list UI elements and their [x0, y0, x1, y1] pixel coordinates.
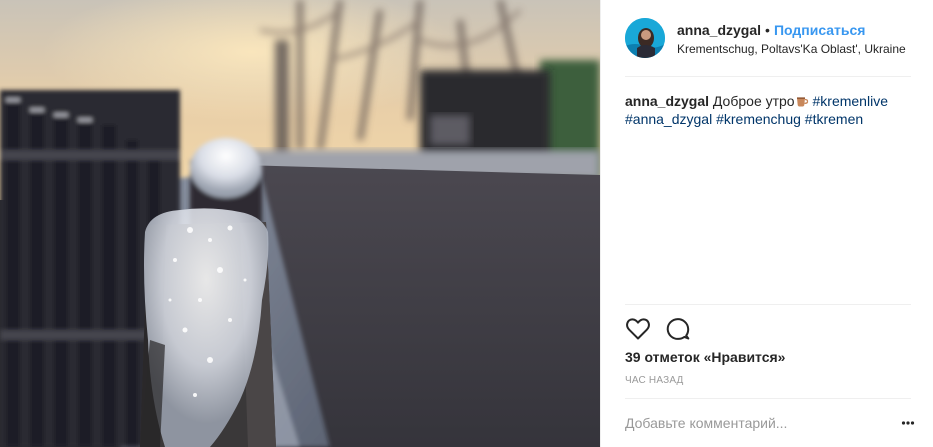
more-options-icon [901, 421, 915, 425]
like-button[interactable] [625, 316, 651, 342]
comment-input[interactable] [625, 411, 885, 435]
follow-button[interactable]: Подписаться [774, 22, 866, 38]
hashtag-link[interactable]: #tkremen [805, 111, 863, 127]
username-link[interactable]: anna_dzygal [677, 22, 761, 38]
post-header: anna_dzygal • Подписаться Krementschug, Po… [625, 16, 911, 77]
divider [625, 304, 911, 305]
separator-dot: • [765, 22, 770, 38]
divider [625, 398, 911, 399]
caption-text: Доброе утро [712, 93, 795, 109]
likes-count[interactable]: 39 отметок «Нравится» [625, 349, 785, 365]
hashtag-link[interactable]: #anna_dzygal [625, 111, 712, 127]
caption-username[interactable]: anna_dzygal [625, 93, 709, 109]
speech-bubble-icon [666, 318, 690, 340]
header-title-row: anna_dzygal • Подписаться [677, 21, 911, 39]
heart-icon [626, 318, 650, 340]
photo-image [0, 0, 600, 447]
post-caption: anna_dzygal Доброе утро #kremenlive #ann… [625, 92, 911, 128]
hashtag-link[interactable]: #kremenlive [813, 93, 888, 109]
post-time[interactable]: час назад [625, 375, 684, 386]
comment-button[interactable] [665, 316, 691, 342]
post-photo[interactable] [0, 0, 600, 447]
header-text: anna_dzygal • Подписаться Krementschug, Po… [677, 21, 911, 57]
location-link[interactable]: Krementschug, Poltavs'Ka Oblast', Ukrain… [677, 41, 911, 57]
coffee-cup-icon [796, 93, 809, 107]
more-options-button[interactable] [901, 414, 915, 432]
avatar[interactable] [625, 18, 665, 58]
post-sidebar: anna_dzygal • Подписаться Krementschug, Po… [600, 0, 933, 447]
profile-photo-icon [625, 18, 665, 58]
post-dialog: anna_dzygal • Подписаться Krementschug, Po… [0, 0, 933, 447]
hashtag-link[interactable]: #kremenchug [716, 111, 801, 127]
